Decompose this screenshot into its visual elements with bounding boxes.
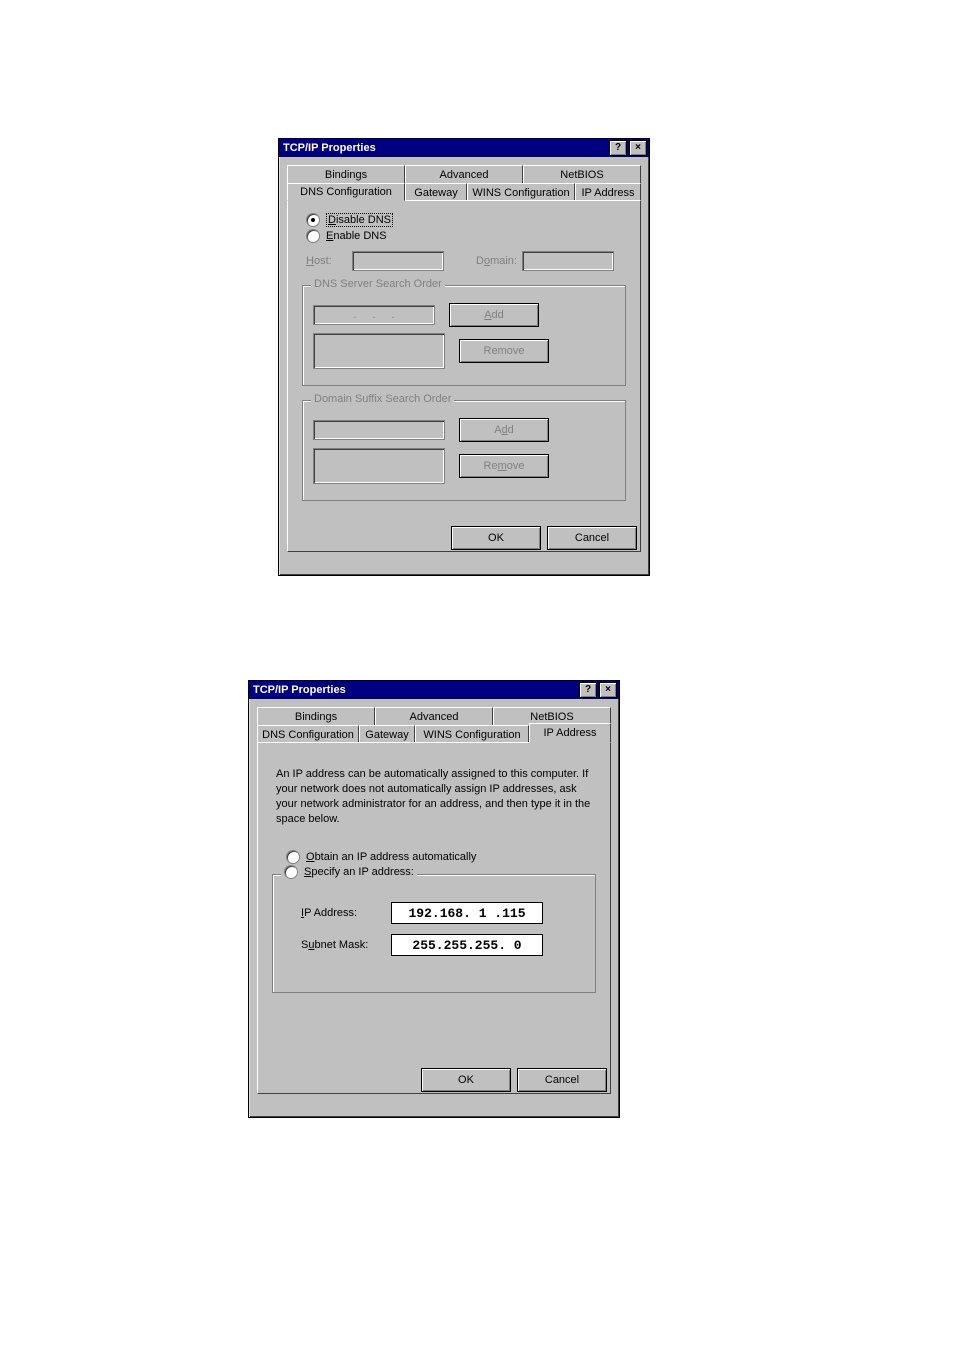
specify-ip-group: Specify an IP address: IP Address: 192.1… bbox=[272, 874, 596, 993]
subnet-mask-input[interactable]: 255.255.255. 0 bbox=[391, 934, 543, 956]
host-input bbox=[352, 251, 444, 271]
domain-suffix-input bbox=[313, 420, 445, 440]
dns-server-search-order-group: DNS Server Search Order ... Add Remove bbox=[302, 285, 626, 386]
radio-enable-dns[interactable]: Enable DNS bbox=[306, 229, 630, 243]
dns-server-list bbox=[313, 333, 445, 369]
tcpip-properties-dialog-ip: TCP/IP Properties ? × Bindings Advanced … bbox=[248, 680, 620, 1118]
cancel-button[interactable]: Cancel bbox=[547, 526, 637, 550]
ip-address-input[interactable]: 192.168. 1 .115 bbox=[391, 902, 543, 924]
host-label: Host: bbox=[306, 255, 346, 267]
radio-enable-dns-label: Enable DNS bbox=[326, 230, 387, 242]
group-legend-radio[interactable]: Specify an IP address: bbox=[281, 865, 417, 879]
radio-dot-icon bbox=[286, 850, 300, 864]
group-legend: DNS Server Search Order bbox=[311, 278, 445, 290]
add-button: Add bbox=[449, 303, 539, 327]
titlebar[interactable]: TCP/IP Properties ? × bbox=[249, 681, 619, 699]
tab-ip-address[interactable]: IP Address bbox=[575, 183, 641, 201]
remove-button: Remove bbox=[459, 454, 549, 478]
radio-dot-icon bbox=[284, 865, 298, 879]
tab-wins-configuration[interactable]: WINS Configuration bbox=[467, 183, 575, 201]
help-icon[interactable]: ? bbox=[579, 682, 597, 698]
tab-bindings[interactable]: Bindings bbox=[287, 165, 405, 183]
tab-advanced[interactable]: Advanced bbox=[405, 165, 523, 183]
ip-description: An IP address can be automatically assig… bbox=[276, 767, 592, 826]
group-legend: Domain Suffix Search Order bbox=[311, 393, 454, 405]
tab-dns-configuration[interactable]: DNS Configuration bbox=[257, 725, 359, 743]
add-button: Add bbox=[459, 418, 549, 442]
remove-button: Remove bbox=[459, 339, 549, 363]
domain-input bbox=[522, 251, 614, 271]
tcpip-properties-dialog-dns: TCP/IP Properties ? × Bindings Advanced … bbox=[278, 138, 650, 576]
tab-wins-configuration[interactable]: WINS Configuration bbox=[415, 725, 529, 743]
radio-obtain-auto[interactable]: Obtain an IP address automatically bbox=[286, 850, 600, 864]
close-icon[interactable]: × bbox=[629, 140, 647, 156]
ip-address-label: IP Address: bbox=[301, 907, 391, 919]
cancel-button[interactable]: Cancel bbox=[517, 1068, 607, 1092]
window-title: TCP/IP Properties bbox=[253, 684, 577, 696]
titlebar[interactable]: TCP/IP Properties ? × bbox=[279, 139, 649, 157]
ok-button[interactable]: OK bbox=[451, 526, 541, 550]
domain-label: Domain: bbox=[476, 255, 516, 267]
domain-suffix-list bbox=[313, 448, 445, 484]
radio-obtain-label: Obtain an IP address automatically bbox=[306, 851, 476, 863]
help-icon[interactable]: ? bbox=[609, 140, 627, 156]
radio-dot-icon bbox=[306, 213, 320, 227]
radio-specify-label: Specify an IP address: bbox=[304, 866, 414, 878]
tab-dns-configuration[interactable]: DNS Configuration bbox=[287, 183, 405, 201]
close-icon[interactable]: × bbox=[599, 682, 617, 698]
dns-server-ip-input: ... bbox=[313, 305, 435, 325]
radio-disable-dns[interactable]: Disable DNS bbox=[306, 213, 630, 227]
tab-gateway[interactable]: Gateway bbox=[359, 725, 415, 743]
tab-advanced[interactable]: Advanced bbox=[375, 707, 493, 725]
window-title: TCP/IP Properties bbox=[283, 142, 607, 154]
tab-netbios[interactable]: NetBIOS bbox=[523, 165, 641, 183]
domain-suffix-search-order-group: Domain Suffix Search Order Add Remove bbox=[302, 400, 626, 501]
ok-button[interactable]: OK bbox=[421, 1068, 511, 1092]
tab-bindings[interactable]: Bindings bbox=[257, 707, 375, 725]
radio-disable-dns-label: Disable DNS bbox=[326, 213, 393, 227]
radio-dot-icon bbox=[306, 229, 320, 243]
subnet-mask-label: Subnet Mask: bbox=[301, 939, 391, 951]
tab-gateway[interactable]: Gateway bbox=[405, 183, 467, 201]
tab-ip-address[interactable]: IP Address bbox=[529, 723, 611, 743]
